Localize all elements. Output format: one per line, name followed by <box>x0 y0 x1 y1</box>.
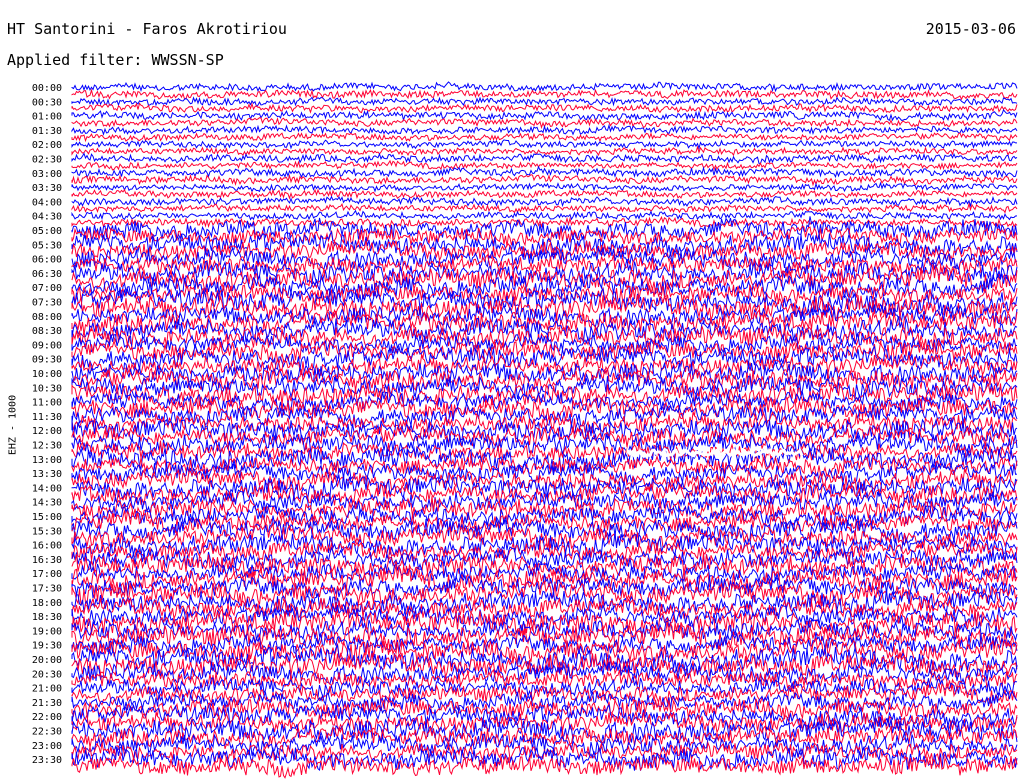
time-tick-label: 06:00 <box>32 255 62 266</box>
time-tick-label: 03:30 <box>32 183 62 194</box>
seismic-trace <box>71 145 1018 157</box>
time-tick-label: 00:00 <box>32 83 62 94</box>
time-tick-label: 16:00 <box>32 541 62 552</box>
time-tick-label: 21:30 <box>32 698 62 709</box>
seismic-trace <box>71 96 1018 108</box>
time-tick-label: 11:30 <box>32 412 62 423</box>
seismogram-chart: 00:00 00:30 01:00 01:30 02:00 02:30 03:00 03:30… <box>32 81 1018 779</box>
time-tick-label: 02:00 <box>32 140 62 151</box>
time-tick-label: 12:00 <box>32 426 62 437</box>
time-tick-label: 13:30 <box>32 469 62 480</box>
time-tick-labels: 00:00 00:30 01:00 01:30 02:00 02:30 03:00 03:30… <box>32 83 62 766</box>
time-tick-label: 05:30 <box>32 240 62 251</box>
time-tick-label: 23:00 <box>32 741 62 752</box>
time-tick-label: 09:30 <box>32 355 62 366</box>
time-tick-label: 13:00 <box>32 455 62 466</box>
seismic-trace <box>71 139 1017 150</box>
seismic-trace <box>71 102 1018 114</box>
time-tick-label: 01:00 <box>32 112 62 123</box>
time-tick-label: 18:30 <box>32 612 62 623</box>
time-tick-label: 07:00 <box>32 283 62 294</box>
time-tick-label: 10:00 <box>32 369 62 380</box>
time-tick-label: 18:00 <box>32 598 62 609</box>
time-tick-label: 16:30 <box>32 555 62 566</box>
time-tick-label: 19:30 <box>32 641 62 652</box>
time-tick-label: 01:30 <box>32 126 62 137</box>
time-tick-label: 12:30 <box>32 441 62 452</box>
seismic-trace <box>71 195 1018 208</box>
trace-group <box>71 81 1018 779</box>
time-tick-label: 15:30 <box>32 526 62 537</box>
time-tick-label: 20:30 <box>32 669 62 680</box>
seismic-trace <box>71 367 1018 394</box>
time-tick-label: 14:30 <box>32 498 62 509</box>
time-tick-label: 04:30 <box>32 212 62 223</box>
time-tick-label: 02:30 <box>32 155 62 166</box>
seismic-trace <box>71 88 1018 101</box>
seismic-trace <box>71 202 1018 214</box>
time-tick-label: 04:00 <box>32 197 62 208</box>
time-tick-label: 19:00 <box>32 626 62 637</box>
time-tick-label: 14:00 <box>32 483 62 494</box>
seismic-trace <box>71 81 1018 93</box>
time-tick-label: 22:30 <box>32 727 62 738</box>
time-tick-label: 11:00 <box>32 398 62 409</box>
time-tick-label: 22:00 <box>32 712 62 723</box>
seismic-trace <box>71 123 1018 136</box>
data-gap-mark <box>626 446 804 460</box>
time-tick-label: 23:30 <box>32 755 62 766</box>
time-tick-label: 00:30 <box>32 97 62 108</box>
time-tick-label: 09:00 <box>32 340 62 351</box>
seismic-trace <box>71 181 1018 193</box>
seismic-trace <box>71 132 1018 143</box>
time-tick-label: 03:00 <box>32 169 62 180</box>
seismic-trace <box>71 173 1018 187</box>
seismic-trace <box>71 188 1018 200</box>
seismic-trace <box>71 165 1018 179</box>
time-tick-label: 21:00 <box>32 684 62 695</box>
time-tick-label: 15:00 <box>32 512 62 523</box>
seismic-trace <box>71 216 1018 242</box>
time-tick-label: 17:30 <box>32 584 62 595</box>
seismic-trace <box>71 209 1018 221</box>
time-tick-label: 08:00 <box>32 312 62 323</box>
time-tick-label: 17:00 <box>32 569 62 580</box>
time-tick-label: 07:30 <box>32 298 62 309</box>
time-tick-label: 08:30 <box>32 326 62 337</box>
time-tick-label: 05:00 <box>32 226 62 237</box>
seismic-trace <box>71 152 1018 164</box>
time-tick-label: 20:00 <box>32 655 62 666</box>
time-tick-label: 06:30 <box>32 269 62 280</box>
time-tick-label: 10:30 <box>32 383 62 394</box>
